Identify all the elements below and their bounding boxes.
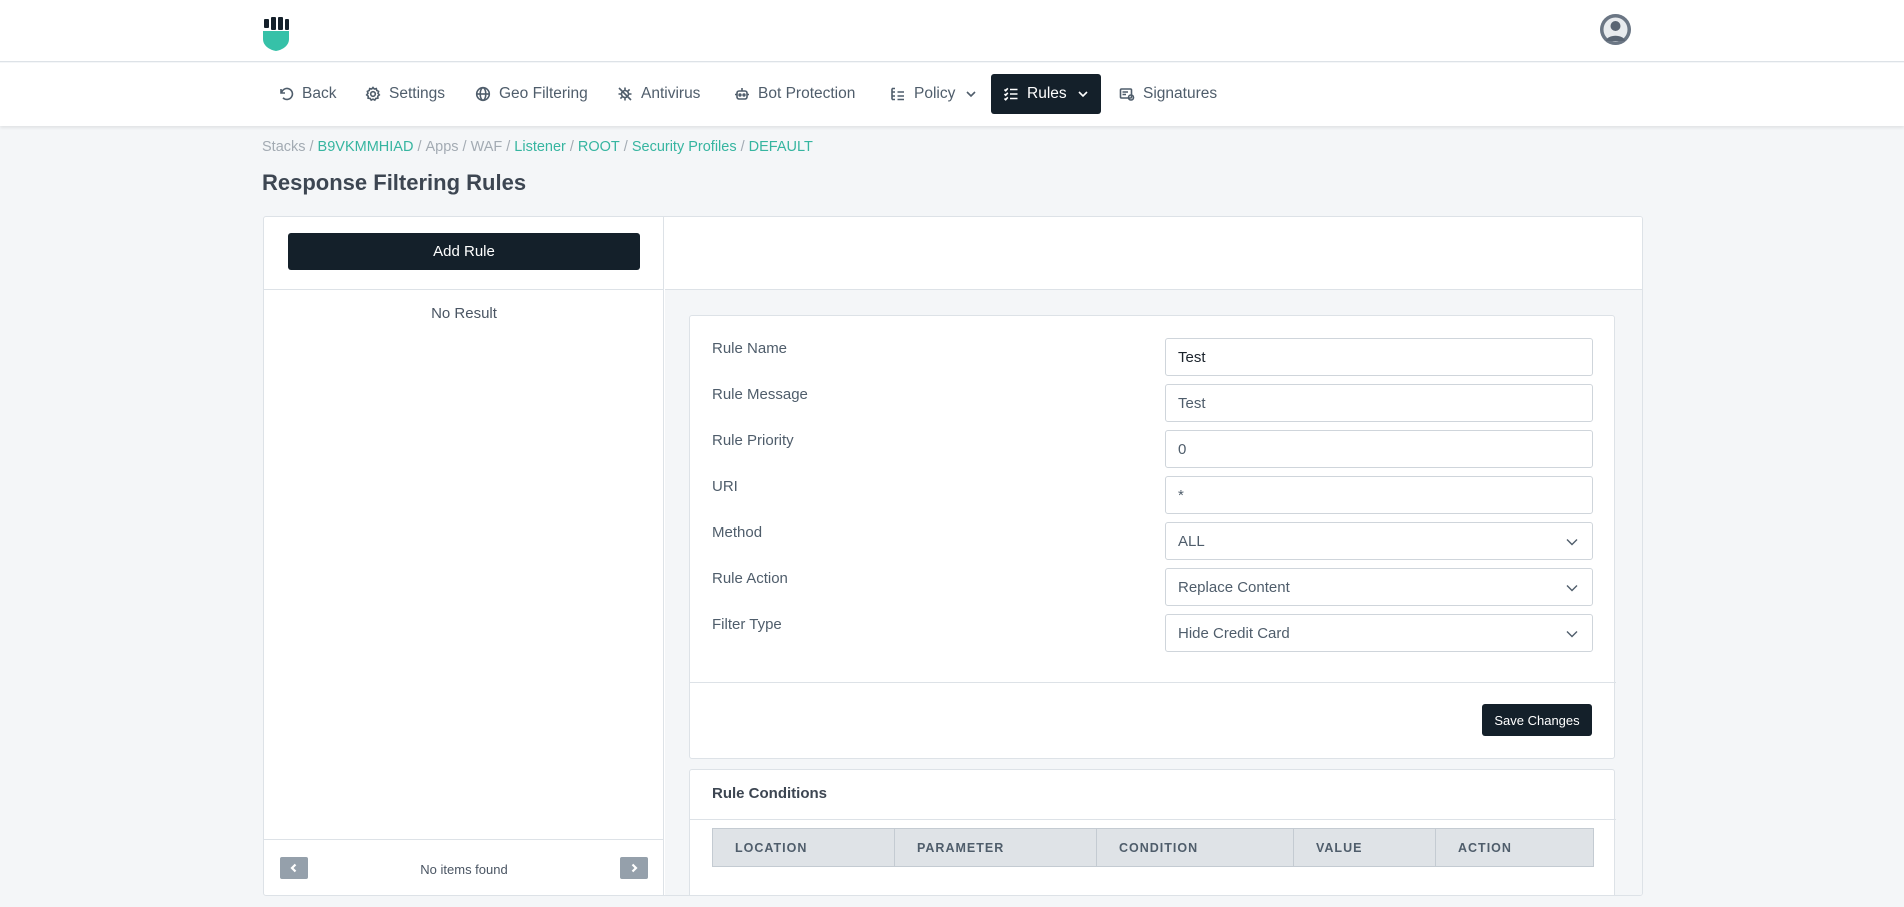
- uri-row: URI: [690, 476, 1616, 516]
- breadcrumb-default[interactable]: DEFAULT: [749, 139, 813, 155]
- add-rule-button[interactable]: Add Rule: [288, 233, 640, 270]
- checklist-icon: [1003, 87, 1018, 101]
- rule-conditions-title: Rule Conditions: [712, 785, 827, 802]
- nav-bar: Back Settings Geo Filtering Antivirus Bo…: [0, 63, 1904, 126]
- nav-policy-label: Policy: [914, 85, 956, 102]
- rule-message-row: Rule Message: [690, 384, 1616, 424]
- pagination-status: No items found: [420, 862, 508, 877]
- rule-name-row: Rule Name: [690, 338, 1616, 378]
- chevron-down-icon: [1566, 585, 1578, 592]
- nav-antivirus-label: Antivirus: [641, 85, 701, 102]
- rule-name-label: Rule Name: [712, 340, 788, 357]
- nav-bot-protection[interactable]: Bot Protection: [722, 74, 867, 114]
- breadcrumb-stacks: Stacks: [262, 139, 306, 155]
- filter-type-label: Filter Type: [712, 616, 782, 633]
- nav-geo-filtering-label: Geo Filtering: [499, 85, 588, 102]
- chevron-down-icon: [966, 91, 976, 98]
- breadcrumb-security-profiles[interactable]: Security Profiles: [632, 139, 737, 155]
- rules-list-column: Add Rule No Result No items found: [264, 217, 664, 895]
- rule-detail-column: Rule Name Rule Message Rule Priority URI…: [665, 217, 1642, 895]
- column-header-value[interactable]: VALUE: [1294, 829, 1436, 866]
- rule-message-input[interactable]: [1165, 384, 1593, 422]
- method-select[interactable]: ALL: [1165, 522, 1593, 560]
- breadcrumb-root[interactable]: ROOT: [578, 139, 620, 155]
- nav-antivirus[interactable]: Antivirus: [605, 74, 712, 114]
- filter-type-value: Hide Credit Card: [1178, 624, 1290, 642]
- signature-icon: [1119, 88, 1135, 101]
- breadcrumb-apps: Apps: [425, 139, 459, 155]
- uri-input[interactable]: [1165, 476, 1593, 514]
- rule-action-value: Replace Content: [1178, 578, 1290, 596]
- rule-action-row: Rule Action Replace Content: [690, 568, 1616, 608]
- column-header-parameter[interactable]: PARAMETER: [895, 829, 1097, 866]
- gear-icon: [365, 86, 381, 102]
- uri-label: URI: [712, 478, 738, 495]
- rule-action-select[interactable]: Replace Content: [1165, 568, 1593, 606]
- chevron-down-icon: [1566, 539, 1578, 546]
- list-tree-icon: [891, 87, 904, 101]
- column-header-location[interactable]: LOCATION: [713, 829, 895, 866]
- rule-message-label: Rule Message: [712, 386, 808, 403]
- nav-rules[interactable]: Rules: [991, 74, 1101, 114]
- nav-back-label: Back: [302, 85, 337, 102]
- chevron-down-icon: [1078, 91, 1088, 98]
- breadcrumb-waf: WAF: [470, 139, 503, 155]
- breadcrumb: Stacks / B9VKMMHIAD / Apps / WAF / Listener / ROOT…: [262, 139, 813, 155]
- nav-signatures[interactable]: Signatures: [1107, 74, 1229, 114]
- nav-bot-protection-label: Bot Protection: [758, 85, 856, 102]
- rule-form: Rule Name Rule Message Rule Priority URI…: [689, 315, 1616, 759]
- chevron-down-icon: [1566, 631, 1578, 638]
- method-row: Method ALL: [690, 522, 1616, 562]
- virus-icon: [618, 87, 632, 101]
- rules-list-header: Add Rule: [264, 217, 663, 290]
- filter-type-select[interactable]: Hide Credit Card: [1165, 614, 1593, 652]
- nav-policy[interactable]: Policy: [878, 74, 989, 114]
- next-page-button[interactable]: [620, 857, 648, 879]
- rule-name-input[interactable]: [1165, 338, 1593, 376]
- filter-type-row: Filter Type Hide Credit Card: [690, 614, 1616, 654]
- robot-icon: [735, 88, 749, 100]
- back-icon: [280, 87, 294, 101]
- pagination-footer: No items found: [264, 839, 664, 895]
- nav-geo-filtering[interactable]: Geo Filtering: [463, 74, 600, 114]
- method-label: Method: [712, 524, 763, 541]
- nav-rules-label: Rules: [1027, 85, 1067, 102]
- chevron-right-icon: [631, 863, 638, 873]
- top-bar: [0, 0, 1904, 62]
- page-title: Response Filtering Rules: [262, 170, 527, 195]
- nav-back[interactable]: Back: [266, 74, 348, 114]
- rule-conditions-card: Rule Conditions LOCATION PARAMETER CONDI…: [689, 769, 1616, 895]
- rule-detail-header: [665, 217, 1642, 290]
- logo-icon[interactable]: [262, 17, 290, 51]
- rule-priority-row: Rule Priority: [690, 430, 1616, 470]
- form-divider: [690, 682, 1616, 683]
- conditions-table-header: LOCATION PARAMETER CONDITION VALUE ACTIO…: [712, 828, 1594, 867]
- rule-priority-label: Rule Priority: [712, 432, 794, 449]
- globe-icon: [475, 86, 491, 102]
- rule-action-label: Rule Action: [712, 570, 788, 587]
- nav-signatures-label: Signatures: [1143, 85, 1218, 102]
- column-header-condition[interactable]: CONDITION: [1097, 829, 1294, 866]
- method-value: ALL: [1178, 532, 1205, 550]
- conditions-divider: [690, 819, 1616, 820]
- empty-list-text: No Result: [431, 305, 497, 322]
- column-header-action[interactable]: ACTION: [1436, 829, 1593, 866]
- rule-priority-input[interactable]: [1165, 430, 1593, 468]
- rules-panel: Add Rule No Result No items found Rule N…: [263, 216, 1643, 896]
- user-avatar[interactable]: [1600, 14, 1631, 45]
- breadcrumb-stack-id[interactable]: B9VKMMHIAD: [318, 139, 414, 155]
- breadcrumb-listener[interactable]: Listener: [514, 139, 566, 155]
- nav-settings-label: Settings: [389, 85, 446, 102]
- nav-settings[interactable]: Settings: [353, 74, 457, 114]
- save-changes-button[interactable]: Save Changes: [1482, 704, 1592, 736]
